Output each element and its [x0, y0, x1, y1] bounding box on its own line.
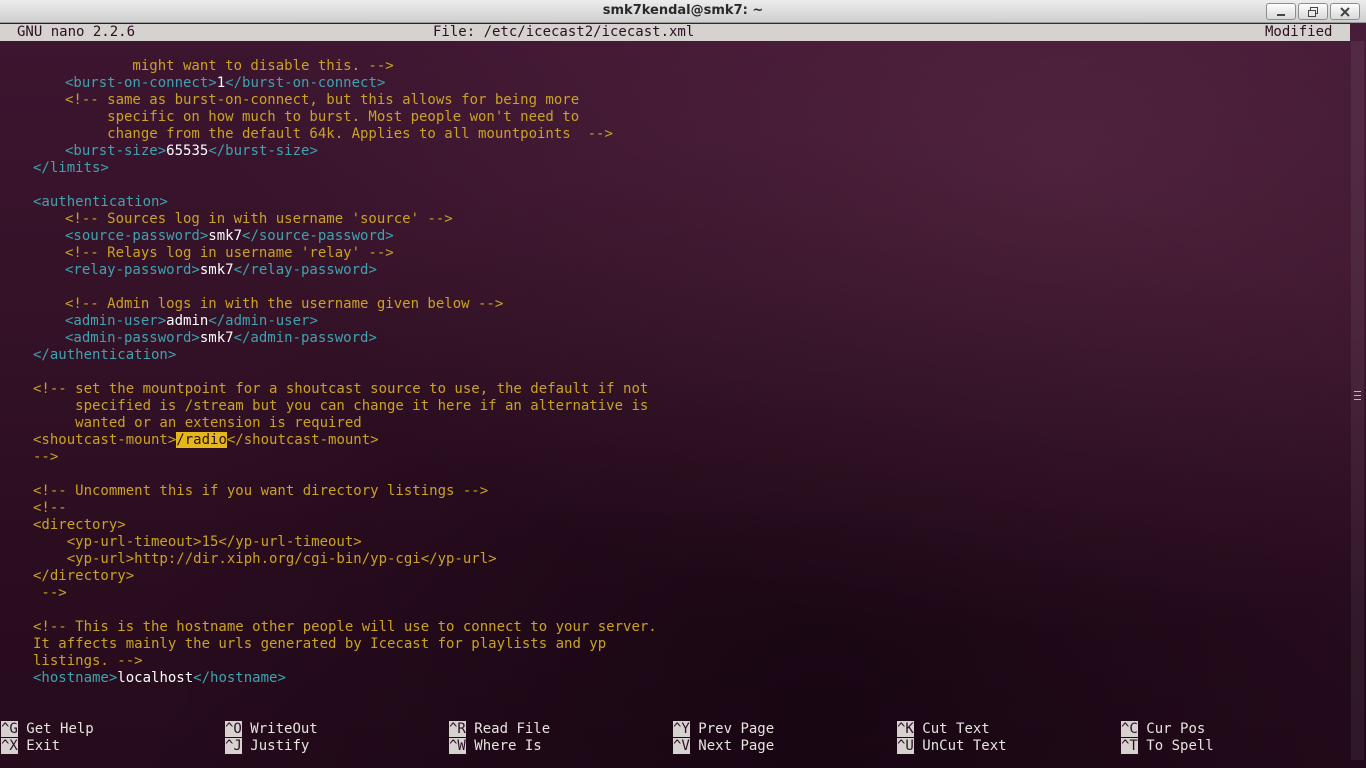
editor-line: <shoutcast-mount>/radio</shoutcast-mount…: [33, 432, 379, 448]
editor-line: <burst-size>65535</burst-size>: [65, 143, 318, 159]
shortcut-exit[interactable]: ^X Exit: [1, 738, 60, 755]
close-icon: [1340, 6, 1350, 17]
editor-line: <authentication>: [33, 194, 168, 210]
shortcut-to-spell[interactable]: ^T To Spell: [1121, 738, 1214, 755]
editor-line: <!-- same as burst-on-connect, but this …: [65, 92, 580, 108]
shortcut-justify[interactable]: ^J Justify: [225, 738, 309, 755]
editor-line: might want to disable this. -->: [65, 58, 394, 74]
editor-line: <yp-url-timeout>15</yp-url-timeout>: [33, 534, 362, 550]
editor-line: specified is /stream but you can change …: [33, 398, 649, 414]
editor-line: <!--: [33, 500, 67, 516]
editor-line: <yp-url>http://dir.xiph.org/cgi-bin/yp-c…: [33, 551, 497, 567]
window-titlebar: smk7kendal@smk7: ~: [0, 0, 1366, 23]
nano-status: Modified: [1265, 24, 1333, 40]
editor-line: <!-- Sources log in with username 'sourc…: [65, 211, 453, 227]
editor-line: <!-- set the mountpoint for a shoutcast …: [33, 381, 649, 397]
restore-button[interactable]: [1298, 3, 1328, 20]
nano-header: GNU nano 2.2.6 File: /etc/icecast2/iceca…: [0, 24, 1350, 41]
shortcut-cut-text[interactable]: ^K Cut Text: [897, 721, 990, 738]
editor-line: change from the default 64k. Applies to …: [65, 126, 613, 142]
editor-line: listings. -->: [33, 653, 143, 669]
editor-line: -->: [33, 449, 59, 465]
shortcut-cur-pos[interactable]: ^C Cur Pos: [1121, 721, 1205, 738]
window-controls: [1266, 3, 1360, 20]
search-match-highlight: /radio: [176, 432, 227, 448]
nano-version: GNU nano 2.2.6: [17, 24, 136, 40]
editor-line: <burst-on-connect>1</burst-on-connect>: [65, 75, 386, 91]
scrollbar-grip-icon[interactable]: [1354, 391, 1361, 400]
editor-line: <hostname>localhost</hostname>: [33, 670, 286, 686]
shortcut-get-help[interactable]: ^G Get Help: [1, 721, 94, 738]
editor-line: </authentication>: [33, 347, 177, 363]
editor-line: <source-password>smk7</source-password>: [65, 228, 394, 244]
restore-icon: [1308, 6, 1318, 17]
shortcut-next-page[interactable]: ^V Next Page: [673, 738, 774, 755]
editor-line: specific on how much to burst. Most peop…: [65, 109, 580, 125]
minimize-icon: [1277, 13, 1285, 16]
editor-line: <!-- Uncomment this if you want director…: [33, 483, 489, 499]
editor-line: <admin-user>admin</admin-user>: [65, 313, 318, 329]
editor-line: </directory>: [33, 568, 135, 584]
editor-line: -->: [33, 585, 67, 601]
editor-line: <relay-password>smk7</relay-password>: [65, 262, 377, 278]
editor-line: <!-- This is the hostname other people w…: [33, 619, 657, 635]
editor-line: <directory>: [33, 517, 126, 533]
editor-line: <!-- Admin logs in with the username giv…: [65, 296, 504, 312]
shortcut-uncut-text[interactable]: ^U UnCut Text: [897, 738, 1007, 755]
minimize-button[interactable]: [1266, 3, 1296, 20]
editor-line: wanted or an extension is required: [33, 415, 362, 431]
nano-filename: File: /etc/icecast2/icecast.xml: [433, 24, 695, 40]
shortcut-writeout[interactable]: ^O WriteOut: [225, 721, 318, 738]
window-title: smk7kendal@smk7: ~: [602, 3, 764, 18]
shortcut-prev-page[interactable]: ^Y Prev Page: [673, 721, 774, 738]
editor-line: <!-- Relays log in username 'relay' -->: [65, 245, 394, 261]
editor-line: </limits>: [33, 160, 109, 176]
editor-line: It affects mainly the urls generated by …: [33, 636, 607, 652]
terminal-scrollbar[interactable]: [1351, 41, 1364, 760]
shortcut-read-file[interactable]: ^R Read File: [449, 721, 550, 738]
shortcut-where-is[interactable]: ^W Where Is: [449, 738, 542, 755]
close-button[interactable]: [1330, 3, 1360, 20]
editor-line: <admin-password>smk7</admin-password>: [65, 330, 377, 346]
